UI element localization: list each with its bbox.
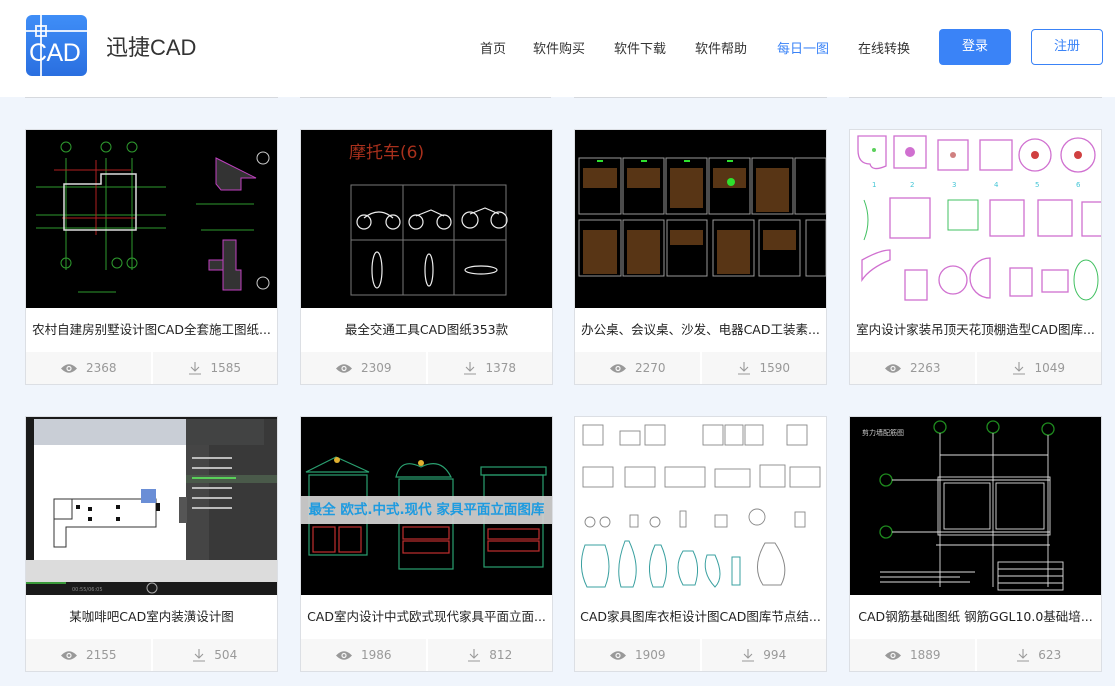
download-icon: [742, 649, 755, 662]
view-count: 2309: [301, 352, 426, 384]
card-title[interactable]: 室内设计家装吊顶天花顶棚造型CAD图库...: [850, 308, 1101, 352]
thumbnail-shear-wall[interactable]: 剪力墙配筋图: [850, 417, 1101, 595]
nav-help[interactable]: 软件帮助: [695, 38, 747, 57]
card-title[interactable]: 农村自建房别墅设计图CAD全套施工图纸...: [26, 308, 277, 352]
card-2[interactable]: 办公桌、会议桌、沙发、电器CAD工装素... 2270 1590: [574, 129, 827, 385]
download-icon: [738, 362, 751, 375]
download-icon: [193, 649, 206, 662]
svg-text:3: 3: [952, 181, 956, 189]
card-1[interactable]: 摩托车(6) 最全交通工具CAD图纸353款 2309 1378: [300, 129, 553, 385]
download-count: 504: [150, 639, 278, 671]
eye-icon: [609, 363, 626, 373]
download-count: 1378: [425, 352, 553, 384]
download-count: 994: [699, 639, 827, 671]
eye-icon: [60, 363, 77, 373]
cad-logo-icon[interactable]: CAD: [26, 15, 87, 76]
download-icon: [464, 362, 477, 375]
thumbnail-ceiling-patterns[interactable]: 1 2 3 4 5 6: [850, 130, 1101, 308]
view-count: 1889: [850, 639, 975, 671]
nav-home[interactable]: 首页: [480, 38, 506, 57]
eye-icon: [335, 650, 352, 660]
thumbnail-floorplan[interactable]: [26, 130, 277, 308]
brand-name[interactable]: 迅捷CAD: [106, 30, 196, 62]
view-count: 1909: [575, 639, 700, 671]
eye-icon: [884, 363, 901, 373]
thumbnail-video-player[interactable]: 00:55/06:05: [26, 417, 277, 595]
download-count: 1590: [699, 352, 827, 384]
nav-download[interactable]: 软件下载: [614, 38, 666, 57]
svg-text:4: 4: [994, 181, 999, 189]
thumbnail-banner-text: 最全 欧式.中式.现代 家具平面立面图库: [301, 496, 552, 524]
download-count: 1049: [974, 352, 1102, 384]
card-4[interactable]: 00:55/06:05 某咖啡吧CAD室内装潢设计图 2155 504: [25, 416, 278, 672]
svg-text:6: 6: [1076, 181, 1081, 189]
site-header: CAD 迅捷CAD 首页 软件购买 软件下载 软件帮助 每日一图 在线转换 登录…: [0, 0, 1115, 97]
card-title[interactable]: 某咖啡吧CAD室内装潢设计图: [26, 595, 277, 639]
svg-text:00:55/06:05: 00:55/06:05: [72, 587, 103, 593]
thumbnail-books-vases[interactable]: [575, 417, 826, 595]
previous-row-edges: [0, 97, 1115, 98]
download-count: 623: [974, 639, 1102, 671]
card-stats: 1909 994: [575, 639, 826, 671]
download-count: 1585: [150, 352, 278, 384]
nav-buy[interactable]: 软件购买: [533, 38, 585, 57]
view-count: 1986: [301, 639, 426, 671]
nav-online-convert[interactable]: 在线转换: [858, 38, 910, 57]
card-stats: 2263 1049: [850, 352, 1101, 384]
svg-text:摩托车(6): 摩托车(6): [349, 143, 424, 163]
view-count: 2368: [26, 352, 151, 384]
eye-icon: [609, 650, 626, 660]
download-icon: [468, 649, 481, 662]
card-title[interactable]: CAD家具图库衣柜设计图CAD图库节点结...: [575, 595, 826, 639]
svg-text:剪力墙配筋图: 剪力墙配筋图: [862, 428, 904, 437]
download-icon: [1013, 362, 1026, 375]
card-stats: 2309 1378: [301, 352, 552, 384]
card-stats: 2155 504: [26, 639, 277, 671]
svg-text:1: 1: [872, 181, 876, 189]
register-button[interactable]: 注册: [1031, 29, 1103, 65]
view-count: 2270: [575, 352, 700, 384]
card-0[interactable]: 农村自建房别墅设计图CAD全套施工图纸... 2368 1585: [25, 129, 278, 385]
card-6[interactable]: CAD家具图库衣柜设计图CAD图库节点结... 1909 994: [574, 416, 827, 672]
card-title[interactable]: 办公桌、会议桌、沙发、电器CAD工装素...: [575, 308, 826, 352]
thumbnail-cabinets[interactable]: 最全 欧式.中式.现代 家具平面立面图库: [301, 417, 552, 595]
card-stats: 1986 812: [301, 639, 552, 671]
svg-text:2: 2: [910, 181, 914, 189]
download-count: 812: [425, 639, 553, 671]
download-icon: [189, 362, 202, 375]
card-title[interactable]: CAD室内设计中式欧式现代家具平面立面...: [301, 595, 552, 639]
download-icon: [1017, 649, 1030, 662]
nav-daily-image[interactable]: 每日一图: [777, 38, 829, 57]
view-count: 2155: [26, 639, 151, 671]
thumbnail-motorcycles[interactable]: 摩托车(6): [301, 130, 552, 308]
card-5[interactable]: 最全 欧式.中式.现代 家具平面立面图库 CAD室内设计中式欧式现代家具平面立面…: [300, 416, 553, 672]
login-button[interactable]: 登录: [939, 29, 1011, 65]
card-stats: 2270 1590: [575, 352, 826, 384]
card-stats: 2368 1585: [26, 352, 277, 384]
eye-icon: [884, 650, 901, 660]
card-3[interactable]: 1 2 3 4 5 6 室内设计家装吊顶天花顶棚造型CAD图库... 2263 1049: [849, 129, 1102, 385]
logo-text: CAD: [29, 39, 81, 67]
card-7[interactable]: 剪力墙配筋图 CAD钢筋基础图纸 钢筋GGL10.0基础培... 1889 62…: [849, 416, 1102, 672]
thumbnail-furniture-sheets[interactable]: [575, 130, 826, 308]
eye-icon: [60, 650, 77, 660]
eye-icon: [335, 363, 352, 373]
card-title[interactable]: 最全交通工具CAD图纸353款: [301, 308, 552, 352]
svg-text:5: 5: [1035, 181, 1039, 189]
card-stats: 1889 623: [850, 639, 1101, 671]
view-count: 2263: [850, 352, 975, 384]
card-title[interactable]: CAD钢筋基础图纸 钢筋GGL10.0基础培...: [850, 595, 1101, 639]
